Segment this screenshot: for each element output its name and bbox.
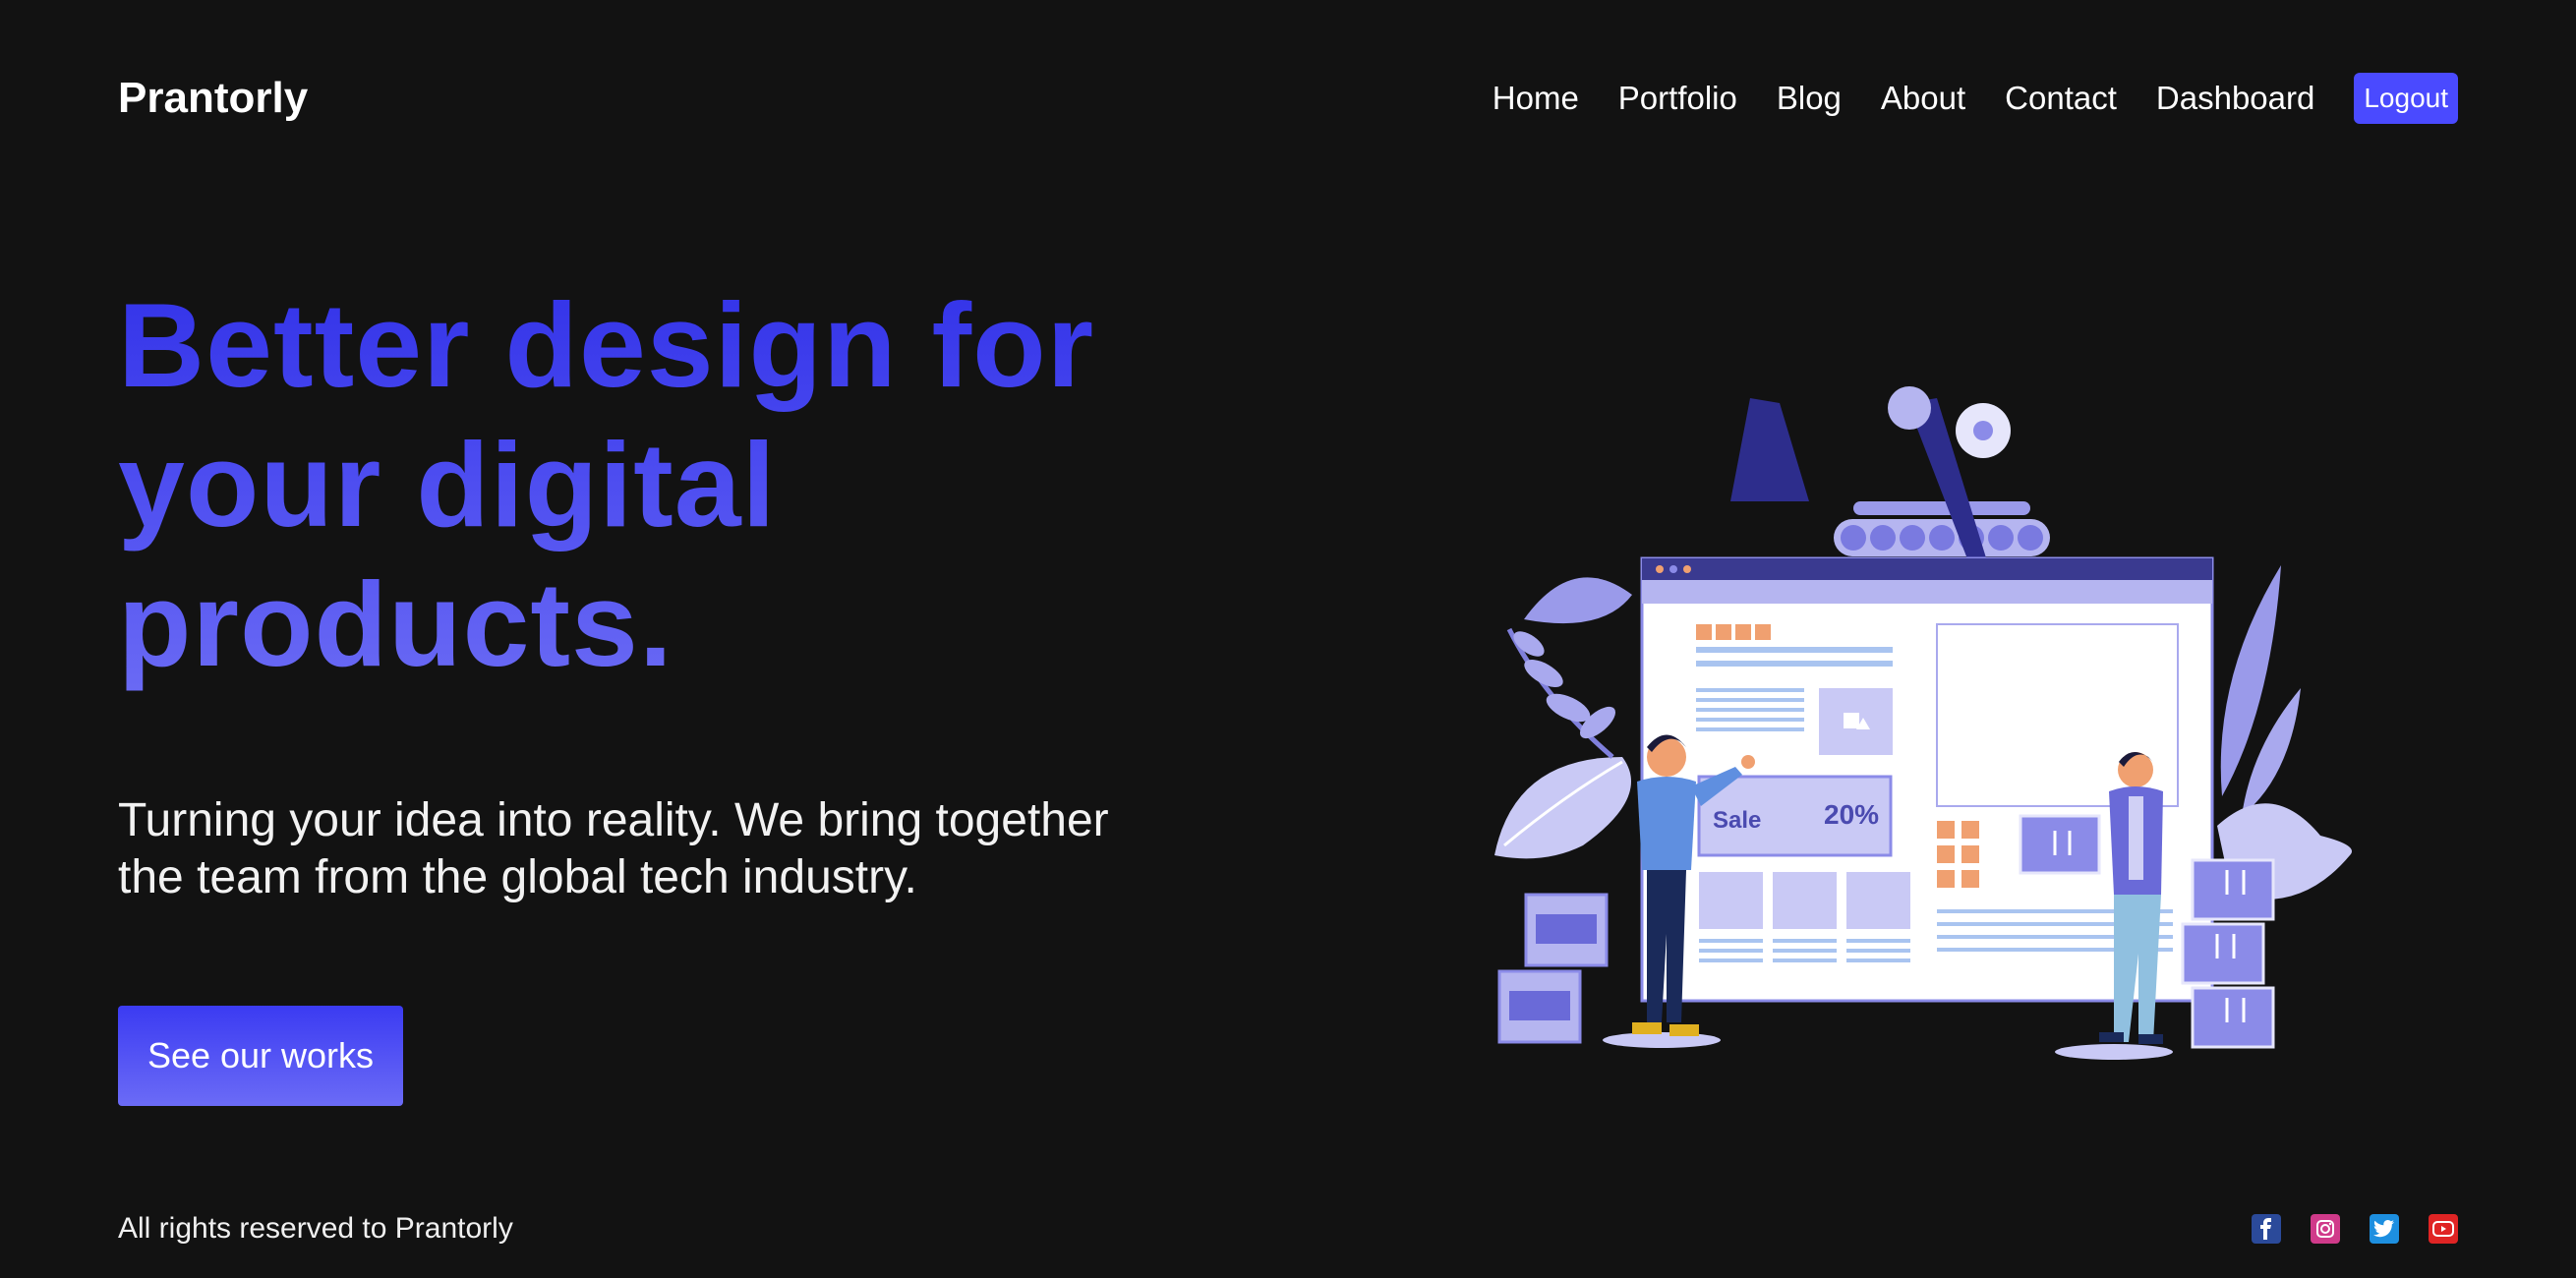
leaf-right-icon (2217, 565, 2352, 900)
twitter-icon[interactable] (2370, 1214, 2399, 1244)
hero-illustration: Sale 20% (1494, 386, 2352, 1060)
social-links (2252, 1214, 2458, 1244)
nav-links: Home Portfolio Blog About Contact Dashbo… (1493, 73, 2458, 124)
sale-percent-label: 20% (1824, 799, 1879, 830)
hero-subtitle-line: Turning your idea into reality. We bring… (118, 794, 1109, 846)
logout-button[interactable]: Logout (2354, 73, 2458, 124)
nav-about[interactable]: About (1881, 80, 1965, 117)
hero-section: Better design for your digital products.… (118, 275, 1239, 906)
brand-logo[interactable]: Prantorly (118, 74, 308, 123)
nav-home[interactable]: Home (1493, 80, 1579, 117)
hero-subtitle: Turning your idea into reality. We bring… (118, 792, 1259, 906)
nav-contact[interactable]: Contact (2005, 80, 2117, 117)
instagram-icon[interactable] (2311, 1214, 2340, 1244)
copyright-text: All rights reserved to Prantorly (118, 1212, 513, 1245)
navbar: Prantorly Home Portfolio Blog About Cont… (118, 59, 2458, 138)
footer: All rights reserved to Prantorly (118, 1204, 2458, 1253)
nav-portfolio[interactable]: Portfolio (1618, 80, 1737, 117)
hero-title-line: Better design for (118, 278, 1095, 412)
hero-subtitle-line: the team from the global tech industry. (118, 851, 917, 903)
leaf-left-icon (1494, 577, 1632, 859)
hero-title-line: products. (118, 557, 673, 691)
nav-blog[interactable]: Blog (1777, 80, 1842, 117)
hero-title-line: your digital (118, 418, 777, 552)
boxes-stack-icon (2181, 858, 2275, 1049)
crates-icon (1497, 893, 1609, 1044)
facebook-icon[interactable] (2252, 1214, 2281, 1244)
hero-title: Better design for your digital products. (118, 275, 1239, 694)
see-our-works-button[interactable]: See our works (118, 1006, 403, 1106)
nav-dashboard[interactable]: Dashboard (2156, 80, 2314, 117)
sale-label: Sale (1713, 807, 1761, 834)
youtube-icon[interactable] (2429, 1214, 2458, 1244)
